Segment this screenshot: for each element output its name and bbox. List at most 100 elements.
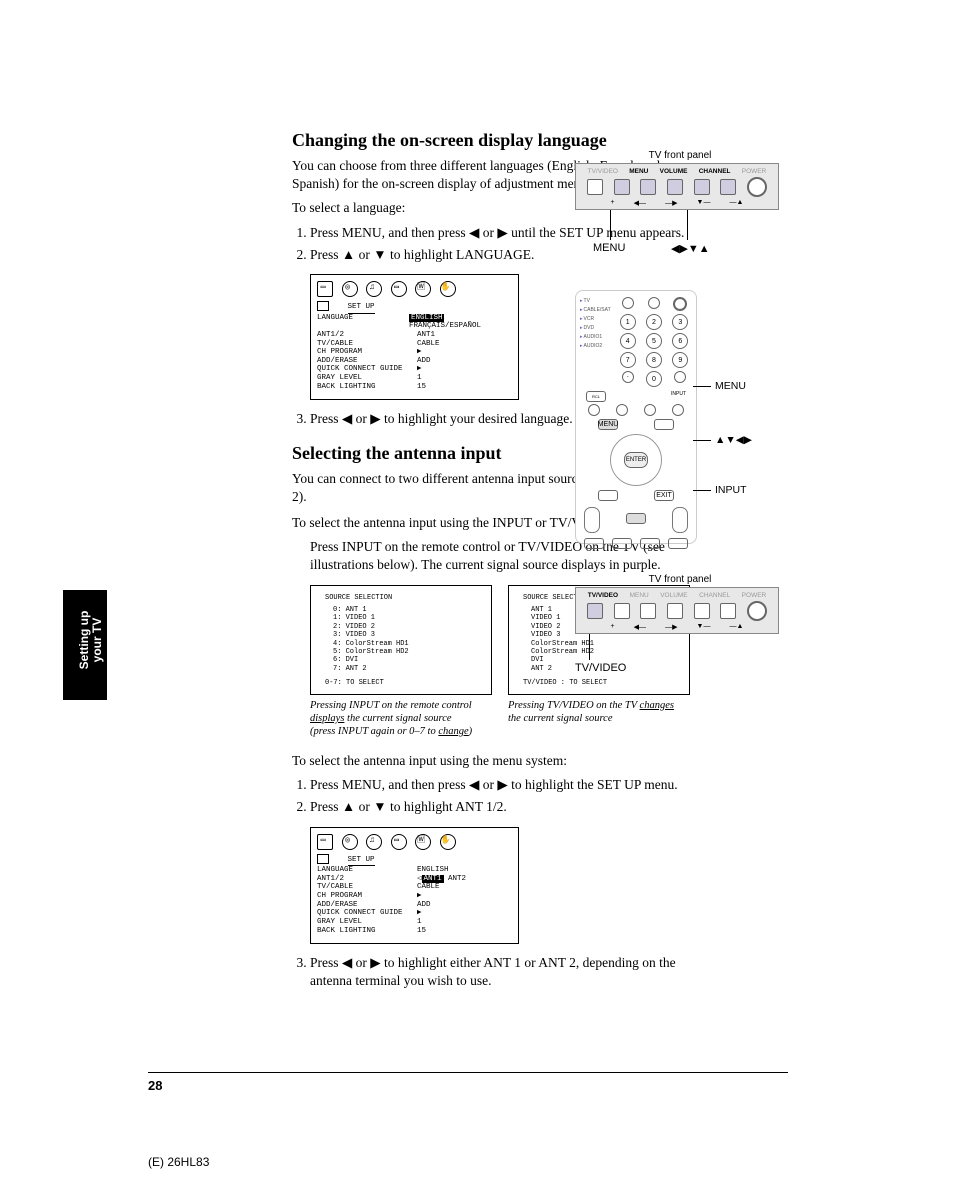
remote-small-btn[interactable]: [616, 404, 628, 416]
num-8-button[interactable]: 8: [646, 352, 662, 368]
vol-down-button[interactable]: [640, 179, 656, 195]
remote-small-btn[interactable]: [672, 404, 684, 416]
ch-down-button[interactable]: [694, 603, 710, 619]
num-6-button[interactable]: 6: [672, 333, 688, 349]
src-line: 3: VIDEO 3: [333, 631, 483, 639]
remote-callout-dpad: ▲▼◀▶: [715, 434, 752, 446]
osd-row: TV/CABLECABLE: [317, 883, 512, 892]
lbl-channel: CHANNEL: [699, 592, 730, 599]
num-0-button[interactable]: 0: [646, 371, 662, 387]
remote-input-button[interactable]: [626, 513, 646, 524]
menu-button[interactable]: [614, 179, 630, 195]
osd-row: CH PROGRAM▶: [317, 892, 512, 901]
caption-underline: changes: [640, 700, 674, 711]
section1-title: Changing the on-screen display language: [292, 130, 932, 151]
power-button[interactable]: [747, 601, 767, 621]
callout-menu: MENU: [593, 242, 625, 254]
tab-line2: your TV: [90, 618, 104, 663]
osd-icon: ▭: [317, 834, 333, 850]
remote-small-btn[interactable]: [644, 404, 656, 416]
src-right-caption: Pressing TV/VIDEO on the TV changes the …: [508, 699, 676, 725]
remote-small-btn[interactable]: [588, 404, 600, 416]
remote-bottom-btn[interactable]: [640, 538, 660, 549]
osd-row: QUICK CONNECT GUIDE▶: [317, 909, 512, 918]
remote-enter-button[interactable]: ENTER: [624, 452, 648, 468]
osd-row: ADD/ERASEADD: [317, 357, 512, 366]
footer-code: (E) 26HL83: [148, 1155, 209, 1169]
osd-icon: ◎: [342, 834, 358, 850]
num-7-button[interactable]: 7: [620, 352, 636, 368]
tvvideo-button[interactable]: [587, 603, 603, 619]
caption-underline: displays: [310, 713, 344, 724]
osd-icon: ▭: [391, 281, 407, 297]
num-3-button[interactable]: 3: [672, 314, 688, 330]
osd-setup-2: ▭ ◎ ♫ ▭ 🅆 ✋ SET UP LANGUAGEENGLISHANT1/2…: [310, 827, 519, 945]
remote-power-button[interactable]: [673, 297, 687, 311]
remote-ch-rocker[interactable]: [584, 507, 600, 533]
remote-rect-button[interactable]: [598, 490, 618, 501]
src-line: 6: DVI: [333, 656, 483, 664]
light-button[interactable]: [622, 297, 634, 309]
lbl-channel: CHANNEL: [699, 168, 731, 175]
callout-line: [687, 210, 688, 240]
tvvideo-button[interactable]: [587, 179, 603, 195]
osd-setup-1: ▭ ◎ ♫ ▭ 🅆 ✋ SET UP LANGUAGEENGLISH FRANÇ…: [310, 274, 519, 400]
remote-illustration: TV CABLE/SAT VCR DVD AUDIO1 AUDIO2 12345…: [575, 290, 785, 544]
osd-row: QUICK CONNECT GUIDE▶: [317, 365, 512, 374]
num-2-button[interactable]: 2: [646, 314, 662, 330]
remote-menu-button[interactable]: MENU: [598, 419, 618, 430]
osd-icon: ▭: [317, 281, 333, 297]
vol-up-button[interactable]: [667, 603, 683, 619]
osd-row: TV/CABLECABLE: [317, 340, 512, 349]
osd-icon: ♫: [366, 834, 382, 850]
osd2-header: SET UP: [348, 856, 375, 867]
callout-line: [693, 490, 711, 491]
osd-icon: 🅆: [415, 281, 431, 297]
src-line: 7: ANT 2: [333, 665, 483, 673]
num-4-button[interactable]: 4: [620, 333, 636, 349]
ent-button[interactable]: [674, 371, 686, 383]
osd-row: LANGUAGEENGLISH: [317, 866, 512, 875]
osd-icon: 🅆: [415, 834, 431, 850]
caption-underline: change: [438, 726, 468, 737]
num-1-button[interactable]: 1: [620, 314, 636, 330]
lbl-volume: VOLUME: [660, 168, 688, 175]
sleep-button[interactable]: [648, 297, 660, 309]
vol-down-button[interactable]: [640, 603, 656, 619]
src-line: 4: ColorStream HD1: [333, 640, 483, 648]
mode-label: AUDIO1: [580, 333, 611, 342]
remote-bottom-btn[interactable]: [584, 538, 604, 549]
osd-row: ANT1/2ANT1: [317, 331, 512, 340]
ch-up-button[interactable]: [720, 179, 736, 195]
remote-bottom-btn[interactable]: [668, 538, 688, 549]
osd-icon: ♫: [366, 281, 382, 297]
ch-up-button[interactable]: [720, 603, 736, 619]
front-panel-2: TV front panel TV/VIDEO MENU VOLUME CHAN…: [575, 574, 785, 674]
lbl-power: POWER: [742, 168, 767, 175]
caption-text: ): [469, 726, 473, 737]
remote-bottom-btn[interactable]: [612, 538, 632, 549]
recall-button[interactable]: RCL: [586, 391, 606, 402]
remote-vol-rocker[interactable]: [672, 507, 688, 533]
caption-text: Pressing INPUT on the remote control: [310, 700, 472, 711]
num-5-button[interactable]: 5: [646, 333, 662, 349]
osd-setup-icon: [317, 854, 329, 864]
osd-icon: ◎: [342, 281, 358, 297]
power-button[interactable]: [747, 177, 767, 197]
remote-fav-button[interactable]: [654, 419, 674, 430]
src-left-title: SOURCE SELECTION: [325, 594, 483, 602]
osd-row: GRAY LEVEL1: [317, 918, 512, 927]
mode-label: AUDIO2: [580, 342, 611, 351]
remote-exit-button[interactable]: EXIT: [654, 490, 674, 501]
dash-button[interactable]: -: [622, 371, 634, 383]
menu-button[interactable]: [614, 603, 630, 619]
ch-down-button[interactable]: [694, 179, 710, 195]
osd-row: BACK LIGHTING15: [317, 383, 512, 392]
callout-tvvideo: TV/VIDEO: [575, 662, 626, 674]
remote-dpad[interactable]: ENTER: [610, 434, 662, 486]
osd1-header: SET UP: [348, 303, 375, 314]
vol-up-button[interactable]: [667, 179, 683, 195]
osd-setup-icon: [317, 301, 329, 311]
num-9-button[interactable]: 9: [672, 352, 688, 368]
menu-select-steps-cont: Press ◀ or ▶ to highlight either ANT 1 o…: [310, 954, 690, 990]
